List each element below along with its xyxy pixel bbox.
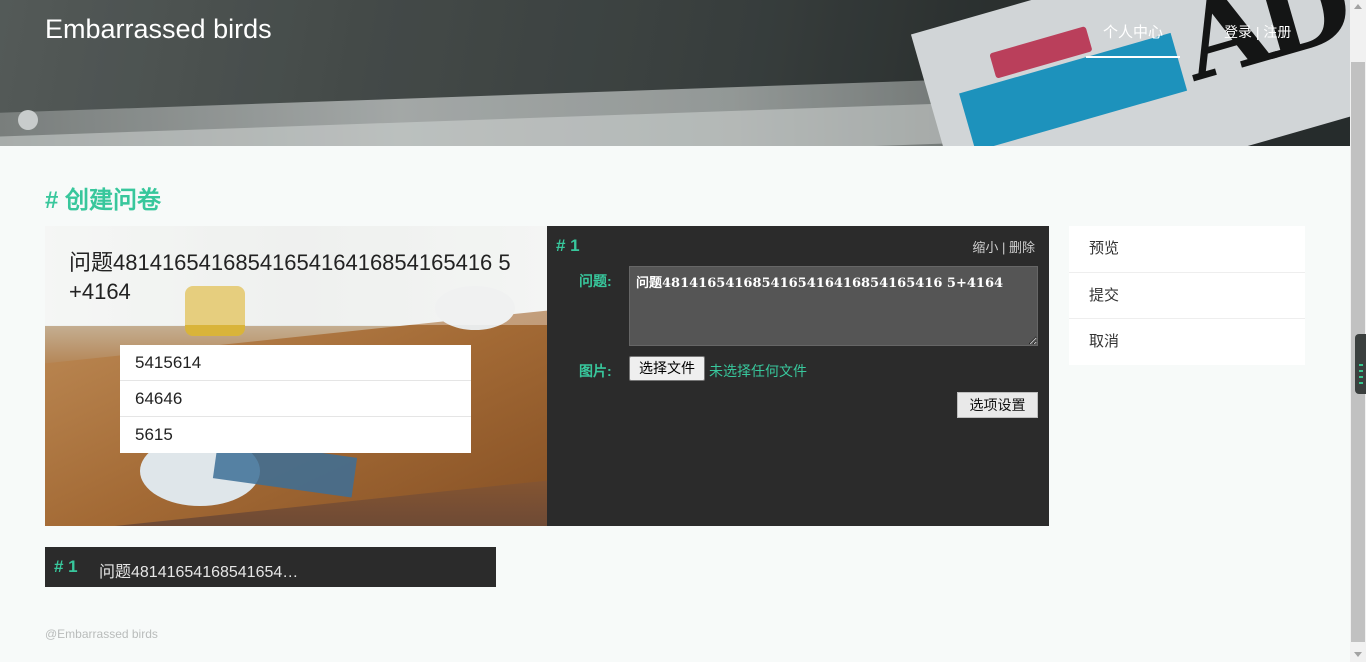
actions-separator: | — [1001, 240, 1006, 255]
nav-personal-center[interactable]: 个人中心 — [1086, 0, 1180, 58]
preview-option[interactable]: 5615 — [120, 417, 471, 453]
auth-separator: | — [1255, 24, 1260, 40]
page-title: # 创建问卷 — [45, 187, 162, 214]
choose-file-button[interactable]: 选择文件 — [629, 356, 705, 381]
editor-actions: 缩小 | 删除 — [972, 237, 1035, 256]
image-label: 图片: — [579, 363, 612, 379]
delete-button[interactable]: 删除 — [1009, 240, 1035, 255]
shrink-button[interactable]: 缩小 — [972, 240, 998, 255]
preview-question-text: 问题4814165416854165416416854165416 5+4164 — [45, 226, 547, 325]
auth-links: 登录 | 注册 — [1224, 22, 1291, 42]
scroll-up-arrow-icon[interactable] — [1354, 4, 1362, 9]
question-textarea[interactable]: 问题4814165416854165416416854165416 5+4164 — [629, 266, 1038, 346]
widget-bar-icon — [1359, 370, 1363, 372]
preview-button[interactable]: 预览 — [1069, 226, 1305, 273]
collapsed-question-number: # 1 — [54, 557, 78, 576]
scroll-down-arrow-icon[interactable] — [1354, 652, 1362, 657]
widget-bar-icon — [1359, 364, 1363, 366]
question-number: # 1 — [556, 236, 580, 255]
question-preview: 问题4814165416854165416416854165416 5+4164… — [45, 226, 547, 526]
collapsed-question[interactable]: # 1 问题48141654168541654… — [45, 547, 496, 587]
register-link[interactable]: 注册 — [1263, 24, 1291, 40]
login-link[interactable]: 登录 — [1224, 24, 1252, 40]
file-status-text: 未选择任何文件 — [709, 363, 807, 379]
option-settings-button[interactable]: 选项设置 — [957, 392, 1038, 418]
preview-option[interactable]: 64646 — [120, 381, 471, 417]
question-label: 问题: — [579, 273, 612, 289]
preview-options-list: 5415614 64646 5615 — [120, 345, 471, 453]
collapsed-question-text: 问题48141654168541654… — [99, 564, 299, 581]
page-scrollbar[interactable] — [1350, 0, 1366, 662]
brand-logo[interactable]: Embarrassed birds — [45, 14, 272, 45]
widget-bar-icon — [1359, 382, 1363, 384]
cancel-button[interactable]: 取消 — [1069, 319, 1305, 366]
submit-button[interactable]: 提交 — [1069, 273, 1305, 319]
preview-option[interactable]: 5415614 — [120, 345, 471, 381]
question-editor: # 1 缩小 | 删除 问题: 问题4814165416854165416416… — [547, 226, 1049, 526]
widget-bar-icon — [1359, 376, 1363, 378]
header-banner: AD Embarrassed birds 个人中心 登录 | 注册 — [0, 0, 1350, 146]
footer-copyright: @Embarrassed birds — [45, 627, 158, 641]
side-widget-tab[interactable] — [1355, 334, 1366, 394]
action-menu: 预览 提交 取消 — [1069, 226, 1305, 365]
